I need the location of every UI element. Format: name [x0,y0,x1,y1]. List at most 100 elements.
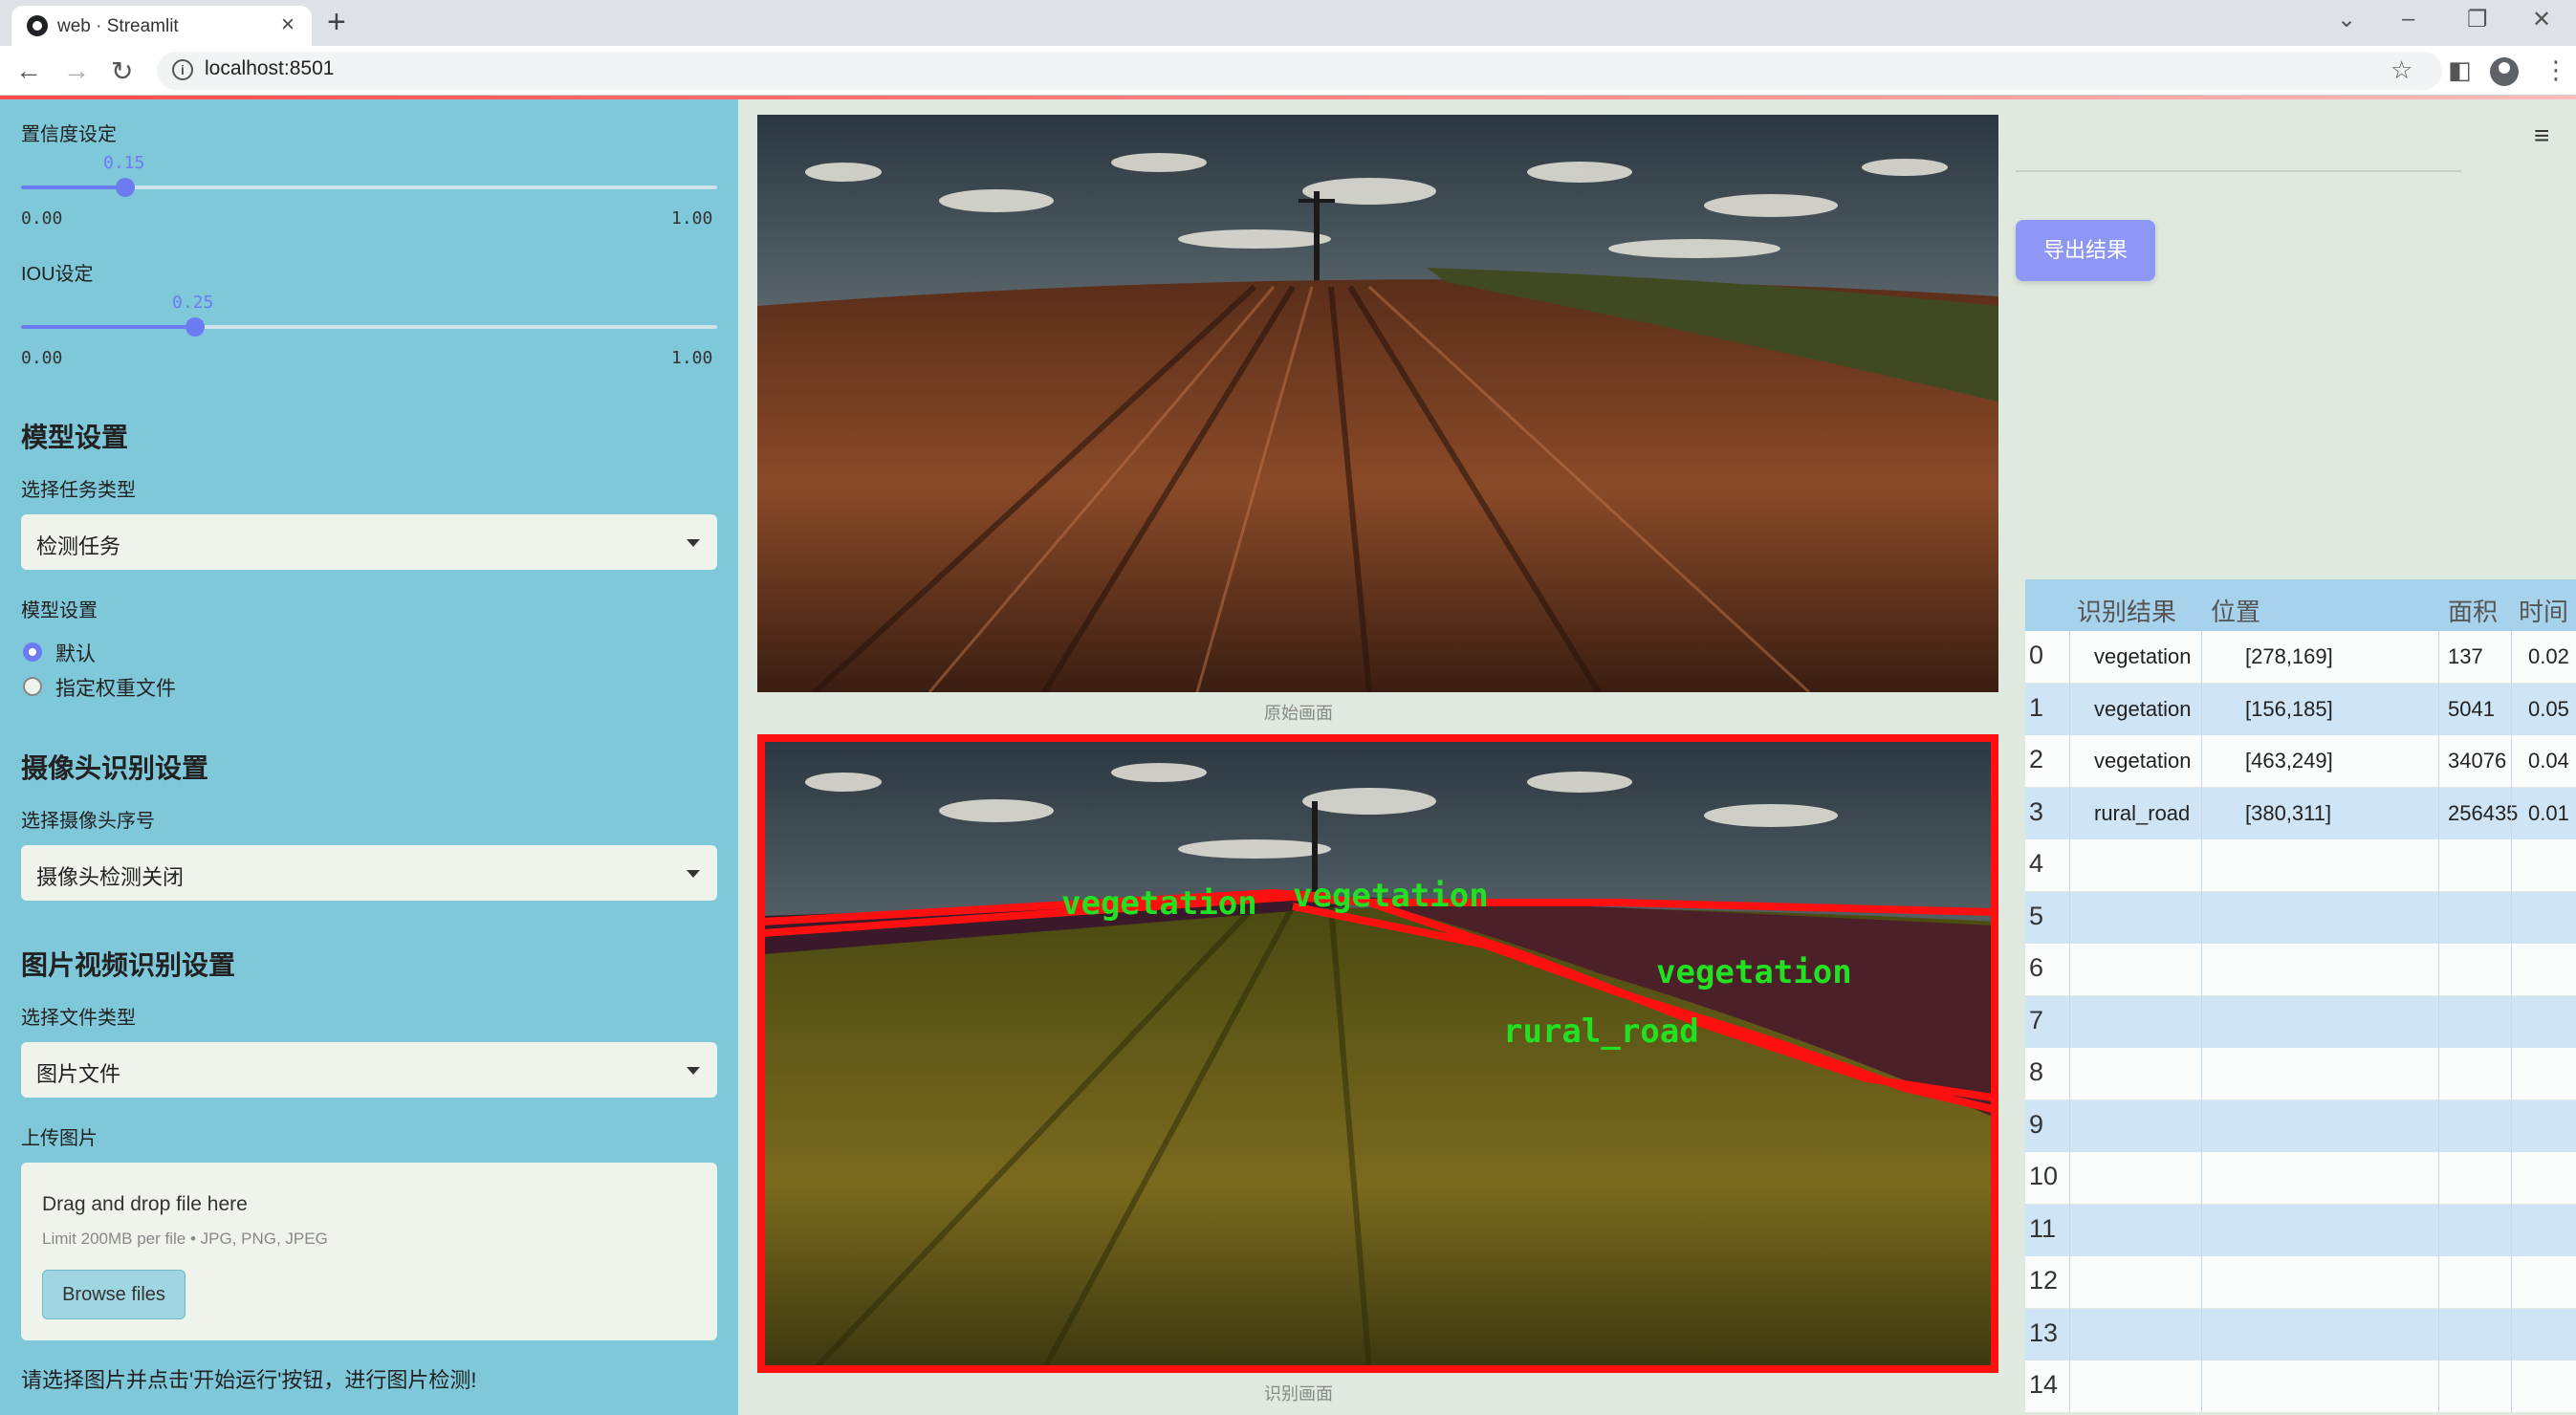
radio-custom-weights-label[interactable]: 指定权重文件 [55,673,176,702]
tab-search-icon[interactable]: ⌄ [2337,6,2356,33]
original-caption: 原始画面 [1264,704,1333,723]
back-icon[interactable]: ← [15,55,42,86]
table-row[interactable]: 0 vegetation [278,169] 137 0.02 [2025,631,2576,684]
table-row[interactable]: 11 [2025,1204,2576,1256]
column-divider [2069,995,2070,1048]
header-area[interactable]: 面积 [2448,593,2498,628]
browser-tab[interactable]: web · Streamlit × [11,6,312,46]
table-row[interactable]: 3 rural_road [380,311] 256435 0.01 [2025,787,2576,839]
radio-default[interactable] [23,642,42,662]
column-divider [2069,891,2070,944]
row-index: 2 [2029,745,2044,773]
restore-icon[interactable]: ❐ [2467,6,2488,33]
url-field[interactable] [157,52,2442,90]
cell-time: 0.02 [2528,644,2569,668]
iou-slider[interactable] [21,317,717,337]
close-tab-icon[interactable]: × [281,11,295,38]
table-row[interactable]: 5 [2025,891,2576,944]
radio-custom-weights[interactable] [23,677,42,696]
column-divider [2201,839,2202,892]
column-divider [2069,1048,2070,1100]
new-tab-icon[interactable]: + [327,4,346,41]
table-row[interactable]: 7 [2025,995,2576,1048]
radio-default-label[interactable]: 默认 [55,639,96,667]
table-row[interactable]: 13 [2025,1308,2576,1361]
column-divider [2511,1099,2512,1152]
hamburger-menu-icon[interactable]: ≡ [2534,120,2549,151]
overlay-label-vegetation-1: vegetation [1061,884,1257,923]
table-row[interactable]: 4 [2025,839,2576,892]
result-image: vegetation vegetation vegetation rural_r… [757,734,1998,1373]
iou-min: 0.00 [21,348,63,368]
file-type-select[interactable]: 图片文件 [21,1042,717,1098]
table-row[interactable]: 2 vegetation [463,249] 34076 0.04 [2025,735,2576,788]
forward-icon[interactable]: → [63,55,90,86]
result-caption: 识别画面 [1264,1384,1333,1404]
dropzone-title: Drag and drop file here [42,1193,248,1215]
header-result[interactable]: 识别结果 [2077,593,2176,628]
column-divider [2438,683,2439,735]
row-index: 14 [2029,1370,2059,1399]
cell-position: [278,169] [2245,644,2333,668]
table-row[interactable]: 10 [2025,1152,2576,1205]
browser-tab-bar: web · Streamlit × + ⌄ – ❐ ✕ [0,0,2576,46]
browse-files-button[interactable]: Browse files [42,1270,186,1319]
header-position[interactable]: 位置 [2211,593,2260,628]
table-row[interactable]: 1 vegetation [156,185] 5041 0.05 [2025,683,2576,735]
divider [2016,170,2461,172]
column-divider [2201,995,2202,1048]
overlay-label-rural-road: rural_road [1503,1012,1699,1051]
file-dropzone[interactable]: Drag and drop file here Limit 200MB per … [21,1163,717,1340]
table-row[interactable]: 8 [2025,1048,2576,1100]
site-info-icon[interactable]: i [172,59,193,80]
chevron-down-icon [687,1067,700,1075]
iou-slider-thumb[interactable] [186,317,205,337]
cell-position: [380,311] [2245,800,2332,825]
cell-label: vegetation [2094,696,2192,721]
column-divider [2201,944,2202,996]
bookmark-star-icon[interactable]: ☆ [2390,55,2412,85]
column-divider [2511,1048,2512,1100]
column-divider [2438,1204,2439,1256]
column-divider [2201,1152,2202,1205]
reload-icon[interactable]: ↻ [111,55,133,87]
task-type-select[interactable]: 检测任务 [21,514,717,570]
confidence-slider[interactable] [21,178,717,197]
column-divider [2201,1048,2202,1100]
column-divider [2069,735,2070,788]
column-divider [2511,787,2512,839]
row-index: 1 [2029,692,2044,722]
model-setting-label: 模型设置 [21,600,98,621]
browser-menu-icon[interactable]: ⋮ [2543,55,2568,85]
minimize-icon[interactable]: – [2402,6,2414,33]
media-section-heading: 图片视频识别设置 [21,950,236,980]
camera-select[interactable]: 摄像头检测关闭 [21,845,717,901]
profile-avatar-icon[interactable] [2490,57,2519,86]
iou-max: 1.00 [671,348,713,368]
upload-label: 上传图片 [21,1128,98,1149]
row-index: 6 [2029,953,2044,982]
iou-label: IOU设定 [21,264,94,285]
close-window-icon[interactable]: ✕ [2532,6,2551,33]
column-divider [2438,1361,2439,1413]
export-results-button[interactable]: 导出结果 [2016,220,2155,281]
cell-time: 0.04 [2528,749,2569,773]
cell-position: [156,185] [2245,696,2333,721]
table-row[interactable]: 6 [2025,944,2576,996]
row-index: 3 [2029,796,2044,826]
row-index: 0 [2029,641,2044,669]
table-row[interactable]: 9 [2025,1099,2576,1152]
header-time[interactable]: 时间 [2519,593,2568,628]
column-divider [2201,1308,2202,1361]
url-text[interactable]: localhost:8501 [205,57,334,80]
side-panel-icon[interactable]: ◧ [2448,55,2472,85]
file-type-value: 图片文件 [36,1062,121,1086]
column-divider [2201,683,2202,735]
table-row[interactable]: 14 [2025,1361,2576,1413]
column-divider [2438,787,2439,839]
row-index: 8 [2029,1057,2044,1086]
table-row[interactable]: 12 [2025,1256,2576,1309]
confidence-slider-thumb[interactable] [116,178,136,197]
confidence-slider-fill [21,185,126,189]
cell-area: 137 [2448,644,2483,668]
